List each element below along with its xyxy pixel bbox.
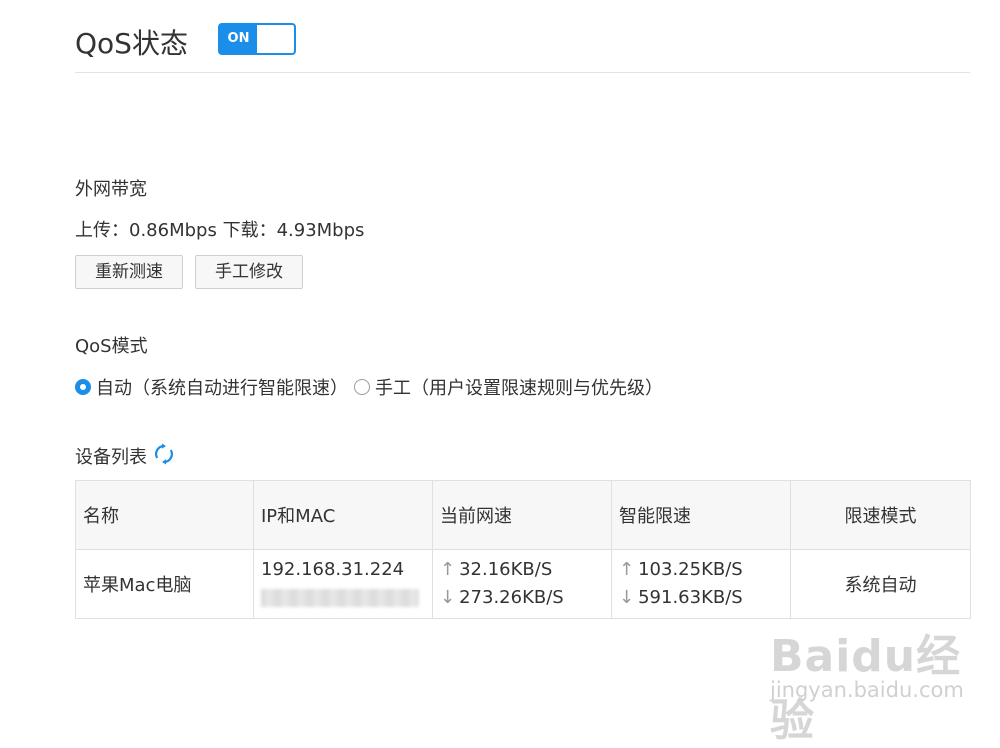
table-row: 苹果Mac电脑 192.168.31.224 ↑ 32.16KB/S ↓ 273.2…: [75, 549, 971, 619]
qos-mode-options: 自动（系统自动进行智能限速） 手工（用户设置限速规则与优先级）: [75, 374, 663, 400]
radio-auto-label[interactable]: 自动（系统自动进行智能限速）: [96, 374, 348, 400]
device-name: 苹果Mac电脑: [75, 549, 254, 619]
arrow-down-icon: ↓: [619, 587, 635, 608]
download-value: 4.93Mbps: [276, 220, 365, 241]
table-header-row: 名称 IP和MAC 当前网速 智能限速 限速模式: [75, 480, 971, 550]
device-list-title: 设备列表: [75, 447, 147, 468]
upload-label: 上传：: [75, 220, 129, 241]
bandwidth-title: 外网带宽: [75, 179, 147, 200]
radio-auto[interactable]: [75, 379, 91, 395]
manual-edit-button[interactable]: 手工修改: [195, 255, 303, 289]
download-label: 下载：: [222, 220, 277, 241]
arrow-up-icon: ↑: [440, 559, 456, 580]
watermark-url: jingyan.baidu.com: [770, 678, 964, 702]
device-ip-mac: 192.168.31.224: [253, 549, 433, 619]
arrow-up-icon: ↑: [619, 559, 635, 580]
qos-toggle[interactable]: ON: [218, 23, 296, 55]
current-down: 273.26KB/S: [459, 587, 564, 608]
radio-manual-label[interactable]: 手工（用户设置限速规则与优先级）: [375, 374, 663, 400]
upload-value: 0.86Mbps: [129, 220, 217, 241]
current-up: 32.16KB/S: [459, 559, 553, 580]
device-ip: 192.168.31.224: [261, 559, 405, 580]
limit-up: 103.25KB/S: [638, 559, 743, 580]
bandwidth-values: 上传：0.86Mbps 下载：4.93Mbps: [75, 216, 364, 242]
qos-header: QoS状态 ON: [75, 18, 970, 73]
col-current-speed: 当前网速: [432, 480, 612, 550]
device-table: 名称 IP和MAC 当前网速 智能限速 限速模式 苹果Mac电脑 192.168…: [75, 480, 971, 619]
page-title: QoS状态: [75, 27, 188, 60]
toggle-on-label: ON: [220, 25, 257, 53]
col-name: 名称: [75, 480, 254, 550]
limit-down: 591.63KB/S: [638, 587, 743, 608]
refresh-icon[interactable]: [153, 443, 175, 465]
device-limit-mode: 系统自动: [790, 549, 971, 619]
radio-manual[interactable]: [354, 379, 370, 395]
col-smart-limit: 智能限速: [611, 480, 791, 550]
col-ip-mac: IP和MAC: [253, 480, 433, 550]
device-mac-blurred: [261, 589, 419, 607]
baidu-watermark: Baidu经验 jingyan.baidu.com: [770, 616, 980, 746]
device-smart-limit: ↑ 103.25KB/S ↓ 591.63KB/S: [611, 549, 791, 619]
device-current-speed: ↑ 32.16KB/S ↓ 273.26KB/S: [432, 549, 612, 619]
qos-mode-title: QoS模式: [75, 336, 148, 357]
retest-button[interactable]: 重新测速: [75, 255, 183, 289]
arrow-down-icon: ↓: [440, 587, 456, 608]
col-limit-mode: 限速模式: [790, 480, 971, 550]
